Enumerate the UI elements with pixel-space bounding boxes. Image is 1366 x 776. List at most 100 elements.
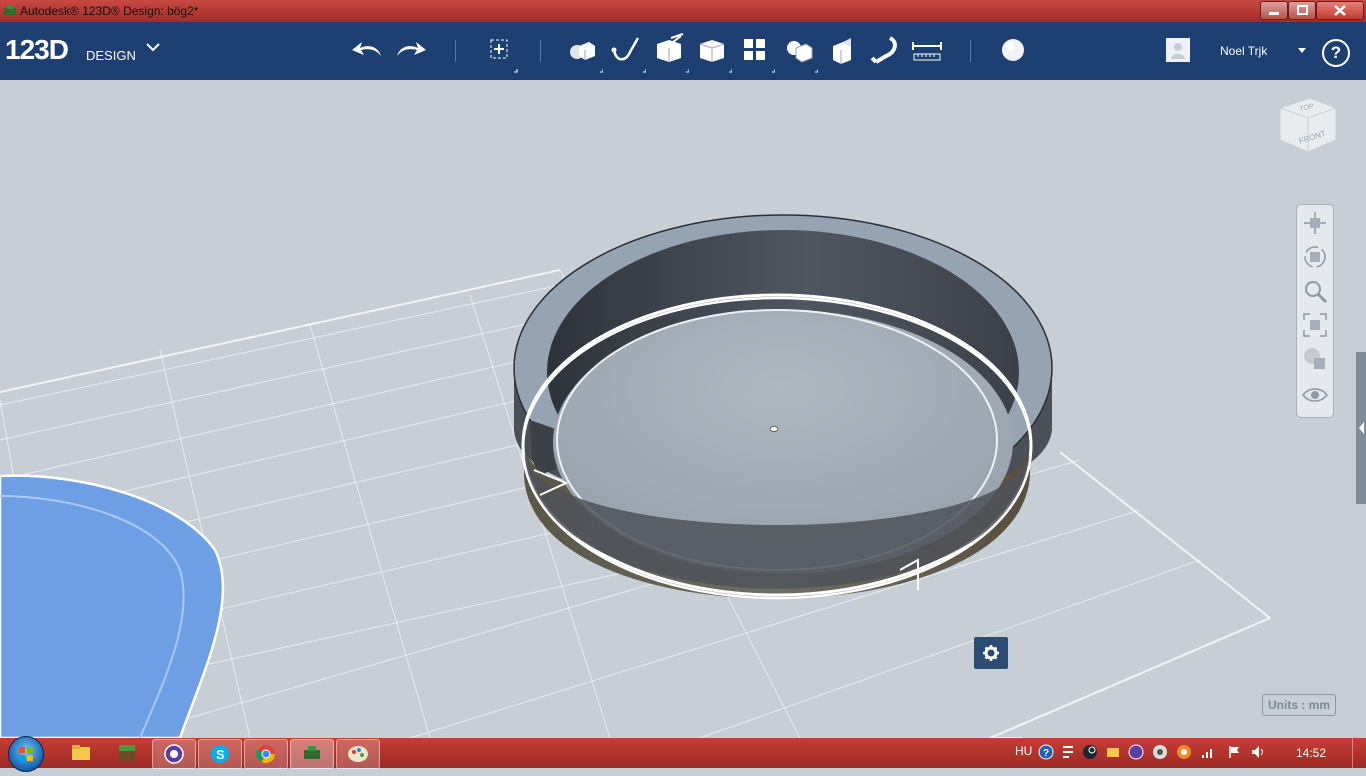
network-icon[interactable] xyxy=(1152,744,1168,760)
sketch-button[interactable] xyxy=(606,28,646,74)
app-toolbar: 123D DESIGN Noel Trjk ? xyxy=(0,22,1366,80)
units-indicator[interactable]: Units : mm xyxy=(1262,694,1337,716)
toolbar-separator xyxy=(540,40,541,62)
3d-viewport[interactable]: TOP FRONT Units : mm xyxy=(0,80,1366,738)
transform-button[interactable] xyxy=(480,28,520,74)
user-icon xyxy=(1171,43,1185,59)
scene-canvas[interactable] xyxy=(0,80,1366,738)
volume-icon[interactable] xyxy=(1250,744,1266,760)
view-mode-button[interactable] xyxy=(1301,345,1329,373)
transform-icon xyxy=(490,39,518,73)
navigation-bar xyxy=(1296,204,1334,418)
skype-icon: S xyxy=(211,745,229,763)
pan-button[interactable] xyxy=(1301,209,1329,237)
chrome-icon xyxy=(256,745,275,764)
app-icon xyxy=(164,744,184,764)
minimize-icon xyxy=(1269,12,1279,15)
modify-icon xyxy=(699,40,732,73)
taskbar-123d-design[interactable] xyxy=(290,739,334,769)
signal-icon[interactable] xyxy=(1200,744,1216,760)
explorer-icon xyxy=(72,745,90,760)
construct-icon xyxy=(657,33,689,73)
svg-text:S: S xyxy=(216,747,225,762)
modify-button[interactable] xyxy=(692,28,732,74)
selected-sketch-shape[interactable] xyxy=(0,474,225,738)
fit-icon xyxy=(1303,313,1327,337)
app-logo[interactable]: 123D xyxy=(5,34,69,66)
paint-icon xyxy=(348,746,368,762)
redo-button[interactable] xyxy=(392,28,432,74)
app-logo-subtitle[interactable]: DESIGN xyxy=(86,48,136,63)
avatar[interactable] xyxy=(1166,38,1190,62)
pattern-button[interactable] xyxy=(735,28,775,74)
material-button[interactable] xyxy=(993,28,1033,74)
maximize-icon xyxy=(1297,5,1308,15)
primitives-icon xyxy=(570,42,603,73)
maximize-button[interactable] xyxy=(1288,1,1316,20)
user-name[interactable]: Noel Trjk xyxy=(1220,44,1267,58)
toolbar-separator xyxy=(970,40,971,62)
view-cube[interactable]: TOP FRONT xyxy=(1272,94,1342,172)
chevron-left-icon[interactable] xyxy=(1356,416,1366,440)
flag-icon[interactable] xyxy=(1226,744,1242,760)
taskbar-minecraft[interactable] xyxy=(106,739,148,767)
window-title: Autodesk® 123D® Design: bög2* xyxy=(20,4,199,18)
folder-icon[interactable] xyxy=(1105,744,1121,760)
zoom-button[interactable] xyxy=(1301,277,1329,305)
zoom-icon xyxy=(1305,281,1328,304)
minimize-button[interactable] xyxy=(1260,1,1288,20)
orbit-icon xyxy=(1304,246,1326,268)
combine-icon xyxy=(833,38,851,64)
settings-button[interactable] xyxy=(974,637,1008,669)
grouping-icon xyxy=(787,41,818,73)
measure-button[interactable] xyxy=(907,28,947,74)
undo-button[interactable] xyxy=(348,28,388,74)
svg-text:?: ? xyxy=(1043,748,1049,759)
123d-design-icon xyxy=(304,746,320,759)
redo-icon xyxy=(397,42,426,56)
taskbar-paint[interactable] xyxy=(336,739,380,769)
chevron-down-icon[interactable] xyxy=(146,42,160,52)
toolbar-separator xyxy=(455,40,456,62)
help-icon[interactable]: ? xyxy=(1038,744,1054,760)
undo-icon xyxy=(352,42,381,56)
combine-button[interactable] xyxy=(821,28,861,74)
windows-logo-icon xyxy=(19,747,33,761)
caret-down-icon[interactable] xyxy=(1298,48,1306,54)
primitives-button[interactable] xyxy=(563,28,603,74)
taskbar: S HU ? 14:52 xyxy=(0,736,1366,772)
pan-icon xyxy=(1304,212,1326,234)
grouping-button[interactable] xyxy=(778,28,818,74)
app-icon xyxy=(4,5,16,15)
measure-icon xyxy=(912,42,942,61)
fit-button[interactable] xyxy=(1301,311,1329,339)
avast-icon[interactable] xyxy=(1176,744,1192,760)
gear-icon xyxy=(983,645,999,661)
snap-button[interactable] xyxy=(864,28,904,74)
tray-icon[interactable] xyxy=(1060,744,1076,760)
show-desktop-button[interactable] xyxy=(1352,738,1366,768)
taskbar-chrome[interactable] xyxy=(244,739,288,769)
start-button[interactable] xyxy=(8,736,44,772)
window-title-bar: Autodesk® 123D® Design: bög2* xyxy=(0,0,1366,22)
view-mode-icon xyxy=(1304,348,1325,369)
material-icon xyxy=(1002,39,1024,61)
steam-icon[interactable] xyxy=(1082,744,1098,760)
pattern-icon xyxy=(744,39,775,73)
clock[interactable]: 14:52 xyxy=(1296,746,1326,760)
cup-model[interactable] xyxy=(513,214,1053,600)
visibility-icon xyxy=(1302,388,1328,402)
taskbar-app[interactable] xyxy=(152,739,196,769)
visibility-button[interactable] xyxy=(1301,381,1329,409)
close-icon xyxy=(1334,5,1346,16)
snap-icon xyxy=(870,36,897,64)
sketch-icon xyxy=(611,37,646,73)
orbit-button[interactable] xyxy=(1301,243,1329,271)
taskbar-skype[interactable]: S xyxy=(198,739,242,769)
construct-button[interactable] xyxy=(649,28,689,74)
close-button[interactable] xyxy=(1316,1,1364,20)
help-button[interactable]: ? xyxy=(1322,39,1350,67)
language-indicator[interactable]: HU xyxy=(1015,744,1032,758)
app-icon[interactable] xyxy=(1128,744,1144,760)
taskbar-explorer[interactable] xyxy=(60,739,102,767)
